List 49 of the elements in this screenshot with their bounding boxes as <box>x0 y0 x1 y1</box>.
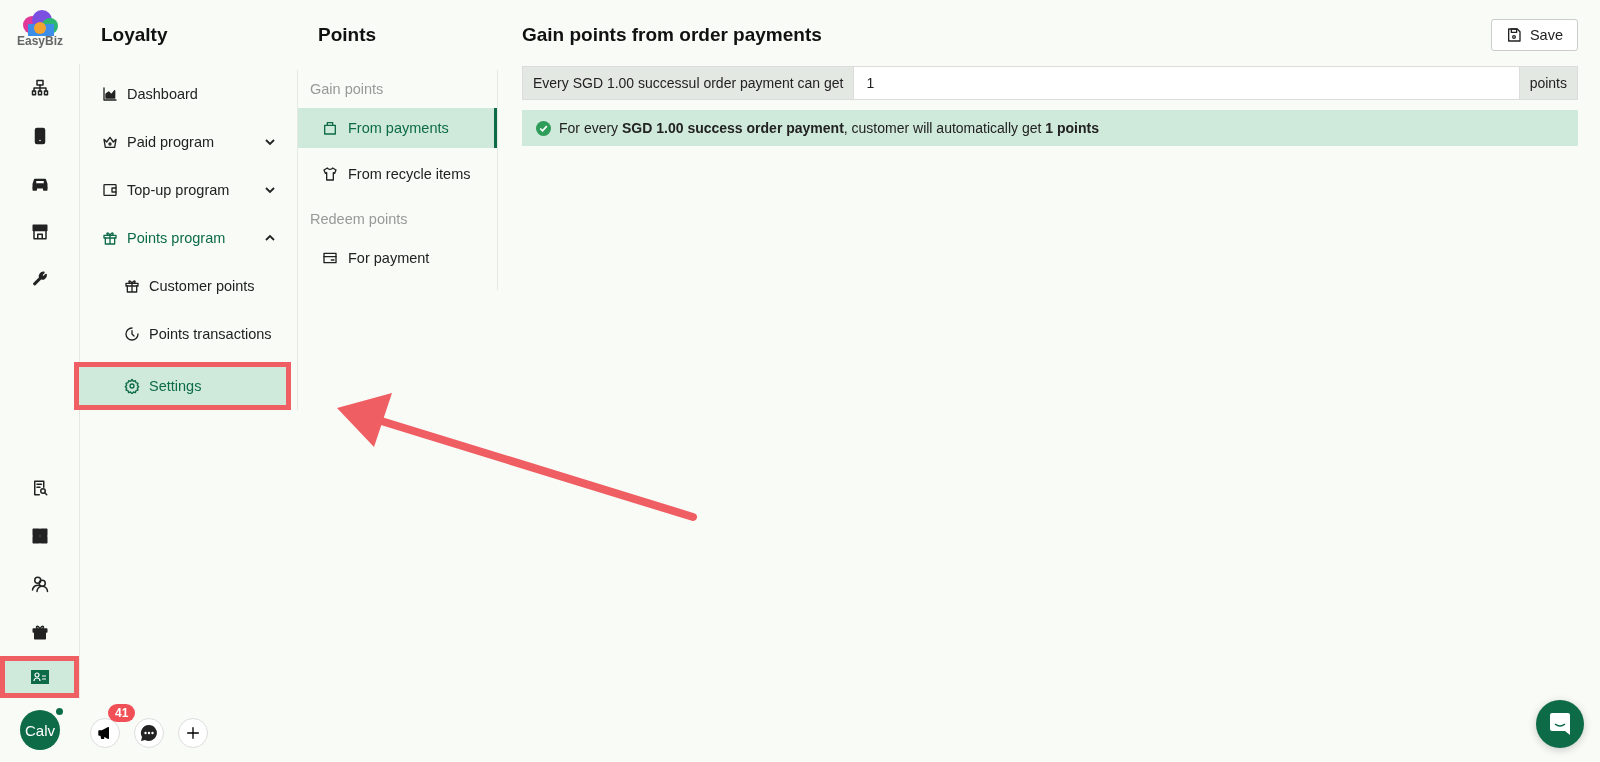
alert-text: For every SGD 1.00 success order payment, customer will automatically get 1 points <box>559 120 1099 136</box>
clock-icon <box>124 326 140 342</box>
menu-item[interactable]: From recycle items <box>298 154 497 194</box>
crown-icon <box>102 134 118 150</box>
group-heading: Gain points <box>309 80 385 99</box>
group-heading: Redeem points <box>309 210 409 229</box>
check-circle-icon <box>536 120 551 136</box>
menu-item[interactable]: Top-up program <box>80 166 297 214</box>
announcement-button[interactable] <box>90 718 120 748</box>
logo-text: EasyBiz <box>17 34 63 48</box>
plus-icon <box>185 725 201 741</box>
chat-button[interactable] <box>134 718 164 748</box>
chat-bubble-icon <box>140 724 158 742</box>
support-chat-button[interactable] <box>1536 700 1584 748</box>
notification-badge: 41 <box>108 704 136 722</box>
gift-icon <box>30 623 49 641</box>
wallet-icon <box>102 182 118 198</box>
menu-item[interactable]: Points program <box>80 214 297 262</box>
id-card-icon <box>30 670 49 684</box>
menu-item[interactable]: From payments <box>298 108 497 148</box>
gift-icon <box>124 278 140 294</box>
store-icon <box>30 223 49 241</box>
settings-icon <box>124 378 140 394</box>
add-button[interactable] <box>178 718 208 748</box>
section-title: Points <box>318 24 378 47</box>
shirt-icon <box>322 166 338 182</box>
chat-icon <box>1550 713 1570 735</box>
card-icon <box>322 250 338 266</box>
save-button[interactable]: Save <box>1490 19 1578 51</box>
bag-icon <box>322 120 338 136</box>
menu-item[interactable]: Dashboard <box>80 70 297 118</box>
grid-icon <box>30 527 49 545</box>
cloud-logo-icon <box>20 10 60 36</box>
save-icon <box>1505 27 1522 43</box>
menu-item[interactable]: For payment <box>298 238 497 278</box>
points-input-field[interactable]: 1 <box>853 67 1520 99</box>
sitemap-icon <box>30 79 49 97</box>
input-prefix-label: Every SGD 1.00 successul order payment can get <box>523 67 854 99</box>
users-icon <box>30 575 49 593</box>
submenu-item[interactable]: Customer points <box>80 262 297 310</box>
submenu-item[interactable]: Points transactions <box>80 310 297 358</box>
section-title: Loyalty <box>101 24 169 47</box>
page-title: Gain points from order payments <box>522 24 822 46</box>
user-avatar[interactable]: Calv <box>20 710 60 750</box>
menu-item[interactable]: Paid program <box>80 118 297 166</box>
input-suffix-label: points <box>1519 67 1577 99</box>
chart-icon <box>102 86 118 102</box>
gift-icon <box>102 230 118 246</box>
submenu-item[interactable]: Settings <box>79 367 286 405</box>
